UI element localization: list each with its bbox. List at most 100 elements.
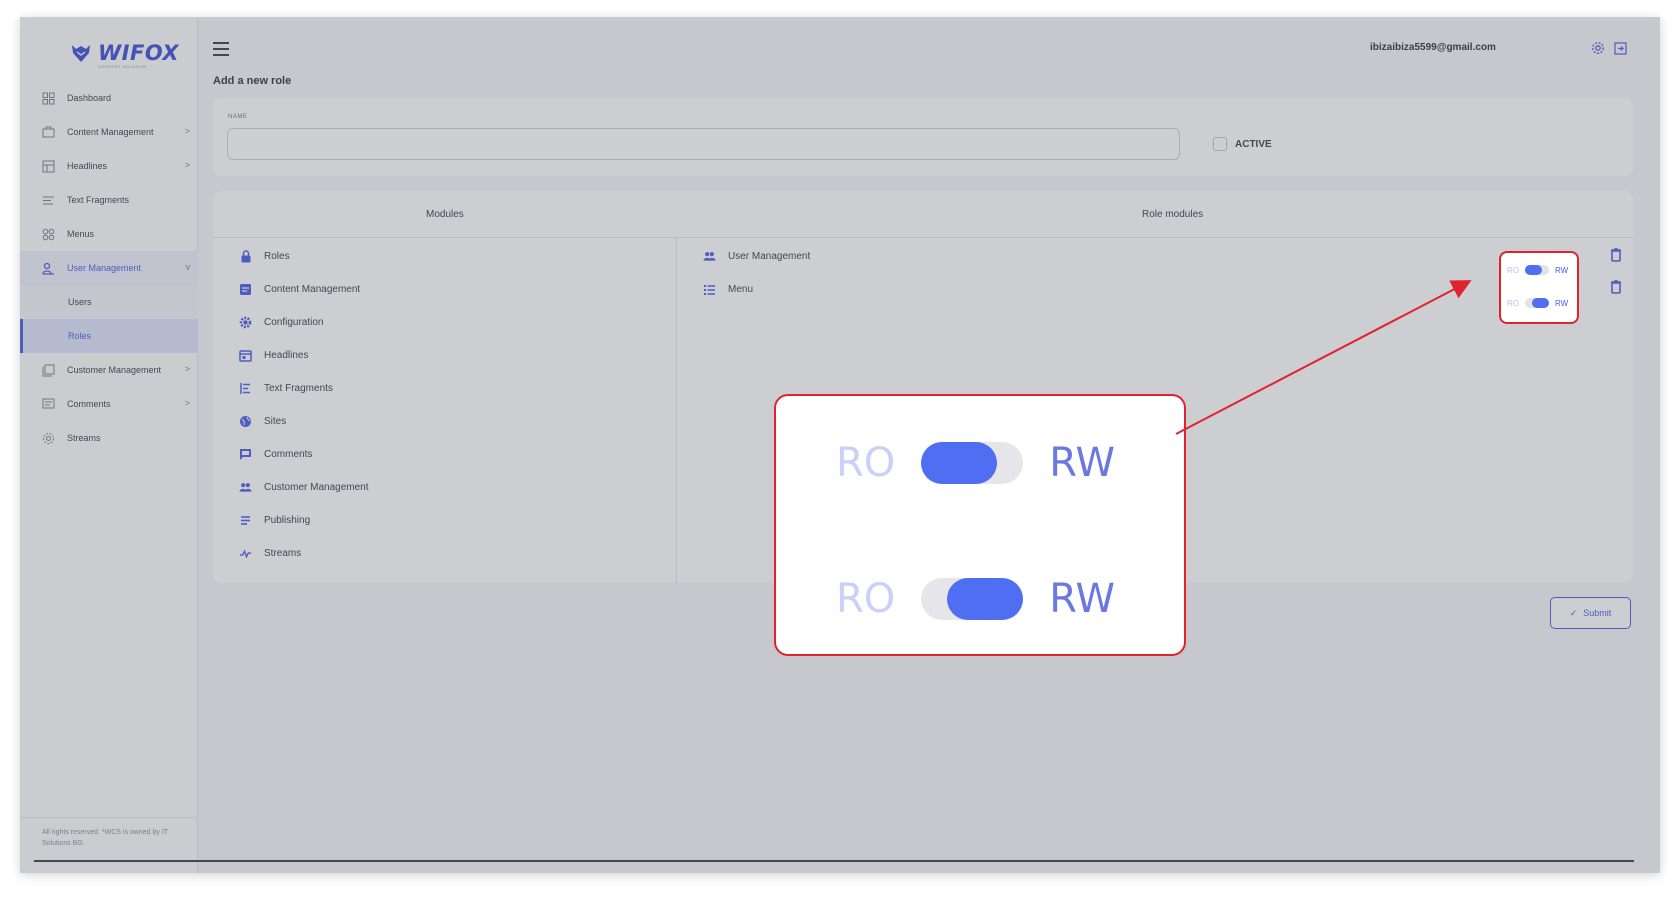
bottom-scroll-line	[34, 860, 1634, 862]
toggle-track	[921, 442, 1024, 484]
customer-icon	[42, 364, 55, 377]
rw-label: RW	[1555, 265, 1569, 275]
rw-label: RW	[1049, 440, 1116, 486]
module-item-headlines[interactable]: Headlines	[239, 345, 308, 365]
sidebar-item-label: Text Fragments	[67, 195, 130, 205]
sidebar-nav: Dashboard Content Management > Headlines…	[20, 81, 198, 455]
active-checkbox-group[interactable]: ACTIVE	[1213, 137, 1272, 151]
module-item-content-management[interactable]: Content Management	[239, 279, 360, 299]
toggle-knob	[921, 442, 998, 484]
role-module-item-user-management[interactable]: User Management	[703, 246, 810, 266]
sidebar-item-headlines[interactable]: Headlines >	[20, 149, 198, 183]
check-icon: ✓	[1569, 607, 1578, 618]
submit-button[interactable]: ✓ Submit	[1550, 597, 1631, 629]
sidebar-item-menus[interactable]: Menus	[20, 217, 198, 251]
logo[interactable]: WIFOX	[70, 41, 179, 65]
zoom-callout: RO RW RO RW	[774, 394, 1186, 656]
rw-label: RW	[1049, 576, 1116, 622]
headlines-icon	[239, 349, 252, 362]
content-icon	[42, 126, 55, 139]
delete-trash-icon[interactable]	[1610, 280, 1622, 294]
logout-icon[interactable]	[1612, 40, 1628, 56]
module-item-customer-management[interactable]: Customer Management	[239, 477, 369, 497]
globe-icon	[239, 415, 252, 428]
lock-icon	[239, 249, 252, 263]
comment-icon	[239, 448, 252, 461]
module-item-roles[interactable]: Roles	[239, 246, 290, 266]
zoomed-toggle: RO RW	[836, 440, 1115, 486]
ro-label: RO	[836, 576, 896, 622]
active-checkbox[interactable]	[1213, 137, 1227, 151]
app-window: WIFOX CONTENT SOLUTION Dashboard Content…	[20, 17, 1660, 873]
sidebar-item-text-fragments[interactable]: Text Fragments	[20, 183, 198, 217]
chevron-right-icon: >	[184, 160, 190, 170]
sidebar-item-label: Dashboard	[67, 93, 112, 103]
sidebar-item-user-management[interactable]: User Management v	[20, 251, 198, 285]
chevron-right-icon: >	[184, 126, 190, 136]
delete-trash-icon[interactable]	[1610, 248, 1622, 262]
access-toggle[interactable]: RO RW	[1507, 265, 1568, 275]
chevron-right-icon: >	[184, 364, 190, 374]
module-label: Text Fragments	[264, 382, 333, 394]
modules-column-header: Modules	[426, 209, 464, 220]
sidebar-item-label: User Management	[67, 263, 142, 273]
toggle-knob	[1532, 298, 1549, 308]
zoomed-toggle: RO RW	[836, 576, 1115, 622]
module-label: Streams	[264, 547, 302, 559]
wolf-logo-icon	[72, 45, 90, 62]
module-label: Comments	[264, 448, 313, 460]
module-item-sites[interactable]: Sites	[239, 411, 286, 431]
toggle-knob	[947, 578, 1024, 620]
toggle-track[interactable]	[1525, 298, 1549, 308]
module-label: Roles	[264, 250, 290, 262]
toggle-highlight-box: RO RW RO RW	[1499, 251, 1579, 324]
customer-icon	[239, 481, 252, 494]
content-icon	[239, 283, 252, 296]
role-name-input[interactable]	[227, 128, 1180, 160]
module-item-streams[interactable]: Streams	[239, 543, 301, 563]
sidebar-item-content-management[interactable]: Content Management >	[20, 115, 198, 149]
text-fragments-icon	[42, 194, 55, 207]
role-module-label: Menu	[728, 283, 754, 295]
module-label: Configuration	[264, 316, 324, 328]
role-name-card: NAME ACTIVE	[213, 98, 1633, 176]
sidebar-item-label: Headlines	[67, 161, 108, 171]
name-field-label: NAME	[228, 114, 248, 120]
sidebar-divider	[20, 817, 198, 818]
modules-header-row: Modules Role modules	[213, 191, 1633, 238]
sidebar-item-customer-management[interactable]: Customer Management >	[20, 353, 198, 387]
users-icon	[42, 262, 55, 275]
module-item-configuration[interactable]: Configuration	[239, 312, 323, 332]
sidebar-subitem-users[interactable]: Users	[20, 285, 198, 319]
headlines-icon	[42, 160, 55, 173]
dashboard-icon	[42, 92, 55, 105]
brand-subtitle: CONTENT SOLUTION	[98, 64, 147, 69]
text-fragments-icon	[239, 382, 252, 395]
copyright-text: All rights reserved. *WCS is owned by IT…	[42, 829, 168, 847]
module-item-text-fragments[interactable]: Text Fragments	[239, 378, 333, 398]
ro-label: RO	[836, 440, 896, 486]
module-item-comments[interactable]: Comments	[239, 444, 312, 464]
active-label: ACTIVE	[1235, 138, 1272, 150]
sidebar-item-dashboard[interactable]: Dashboard	[20, 81, 198, 115]
sidebar-item-streams[interactable]: Streams	[20, 421, 198, 455]
module-item-publishing[interactable]: Publishing	[239, 510, 310, 530]
rw-label: RW	[1555, 298, 1569, 308]
hamburger-menu-icon[interactable]	[213, 42, 229, 56]
sidebar-subitem-roles[interactable]: Roles	[20, 319, 198, 353]
role-module-item-menu[interactable]: Menu	[703, 279, 753, 299]
toggle-knob	[1525, 265, 1542, 275]
settings-gear-icon[interactable]	[1590, 40, 1606, 56]
sidebar-subitem-label: Roles	[68, 331, 92, 341]
users-icon	[703, 250, 716, 263]
role-modules-column-header: Role modules	[1142, 209, 1204, 220]
user-email[interactable]: ibizaibiza5599@gmail.com	[1370, 42, 1496, 53]
streams-icon	[42, 432, 55, 445]
toggle-track[interactable]	[1525, 265, 1549, 275]
publishing-icon	[239, 514, 252, 527]
sidebar-item-comments[interactable]: Comments >	[20, 387, 198, 421]
sidebar-item-label: Comments	[67, 399, 111, 409]
toggle-track	[921, 578, 1024, 620]
module-label: Publishing	[264, 514, 311, 526]
access-toggle[interactable]: RO RW	[1507, 298, 1568, 308]
